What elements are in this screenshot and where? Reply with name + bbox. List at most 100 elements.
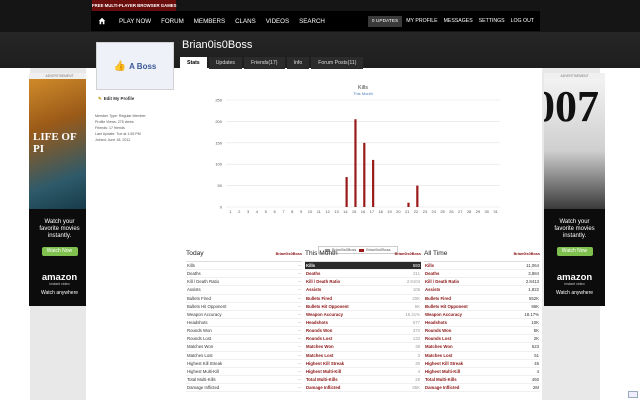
nav-videos[interactable]: VIDEOS <box>266 18 289 25</box>
stat-row: Bullets Fired 20K <box>305 295 421 303</box>
stat-row: Matches Won 523 <box>424 343 540 352</box>
stat-row: Bullets Hit Opponent 5K <box>305 303 421 311</box>
stat-row: Matches Lost 3 <box>305 352 421 360</box>
stat-row: Kills 11,064 <box>424 262 540 271</box>
amazon-logo-sub: instant video <box>564 281 585 286</box>
stat-label: Headshots <box>425 319 447 325</box>
stat-row: Highest Kill Streak 30 <box>305 360 421 368</box>
pencil-icon: ✎ <box>98 96 102 101</box>
stat-row: Rounds Lost 133 <box>305 335 421 344</box>
stat-label: Headshots <box>187 319 208 325</box>
site-brand[interactable]: FREE MULTI-PLAYER BROWSER GAMES <box>92 0 177 11</box>
chart-bar <box>345 177 348 207</box>
stat-row: Assists -- <box>186 286 302 295</box>
stat-label: Weapon Accuracy <box>187 311 222 317</box>
stat-value: 45 <box>534 360 539 366</box>
stat-row: Headshots 10K <box>424 319 540 328</box>
stat-label: Damage Inflicted <box>187 385 220 391</box>
stat-row: Damage Inflicted 85K <box>305 384 421 393</box>
tab-updates[interactable]: Updates <box>208 57 243 69</box>
stat-row: Rounds Lost 2K <box>424 335 540 344</box>
stat-label: Weapon Accuracy <box>425 311 463 317</box>
stat-row: Deaths 211 <box>305 270 421 279</box>
stat-value: 1,822 <box>528 287 539 293</box>
stat-label: Matches Won <box>306 344 334 350</box>
stat-value: 523 <box>531 344 539 350</box>
stat-label: Highest Kill Streak <box>306 360 344 366</box>
stat-value: -- <box>298 385 301 391</box>
stat-label: Kill / Death Ratio <box>425 279 460 285</box>
stat-value: 5K <box>533 328 539 334</box>
stats-col-title: All Time <box>424 250 448 257</box>
watch-now-button[interactable]: Watch Now <box>556 246 593 256</box>
stat-value: 51 <box>534 352 539 358</box>
stat-value: -- <box>298 311 301 317</box>
watch-now-button[interactable]: Watch Now <box>41 246 78 256</box>
stat-value: 211 <box>413 271 420 277</box>
home-icon[interactable] <box>95 12 109 30</box>
nav-play-now[interactable]: PLAY NOW <box>119 18 151 25</box>
stat-label: Rounds Lost <box>306 336 333 342</box>
joined-date: Joined: June 18, 2012 <box>95 138 131 143</box>
stats-col-user[interactable]: Brian0is0Boss <box>514 252 540 256</box>
stat-value: 18.17% <box>524 311 539 317</box>
stat-label: Damage Inflicted <box>425 385 460 391</box>
stat-row: Weapon Accuracy 18.17% <box>424 311 540 319</box>
stat-label: Bullets Fired <box>306 295 333 301</box>
edit-profile-link[interactable]: ✎ Edit My Profile <box>98 96 136 102</box>
ad-footer: Watch anywhere <box>40 289 79 296</box>
avatar[interactable]: 👍 A Boss <box>96 42 174 90</box>
stat-label: Bullets Fired <box>187 295 211 301</box>
updates-badge[interactable]: 0 UPDATES <box>367 15 403 27</box>
stat-value: 3 <box>417 352 420 358</box>
tab-forum-posts[interactable]: Forum Posts(11) <box>311 57 364 69</box>
chart-bar <box>363 142 366 207</box>
stat-label: Highest Multi-Kill <box>306 368 342 374</box>
y-tick-label: 250 <box>215 98 222 103</box>
nav-messages[interactable]: MESSAGES <box>444 18 473 24</box>
x-tick-label: 8 <box>291 209 294 214</box>
nav-forum[interactable]: FORUM <box>161 18 184 25</box>
stat-row: Kill / Death Ratio -- <box>186 278 302 287</box>
stat-value: 28 <box>415 376 420 382</box>
ad-tagline: Watch your favorite movies instantly. <box>554 219 595 240</box>
nav-log-out[interactable]: LOG OUT <box>511 18 534 24</box>
stat-label: Rounds Won <box>306 328 333 334</box>
avatar-text: A Boss <box>129 61 157 71</box>
stat-value: -- <box>298 360 301 366</box>
x-tick-label: 23 <box>423 209 428 214</box>
nav-search[interactable]: SEARCH <box>299 18 325 25</box>
nav-members[interactable]: MEMBERS <box>194 18 225 25</box>
left-ad[interactable]: ADVERTISEMENT LIFE OF PI Watch your favo… <box>29 73 90 306</box>
profile-username: Brian0is0Boss <box>182 39 253 51</box>
stat-value: 10K <box>531 319 539 325</box>
x-tick-label: 1 <box>229 209 232 214</box>
stat-row: Weapon Accuracy -- <box>186 311 302 319</box>
nav-settings[interactable]: SETTINGS <box>479 18 505 24</box>
amazon-logo: amazon <box>41 271 78 283</box>
stats-today: Today Brian0is0Boss Kills -- Deaths -- Kill /… <box>186 250 302 393</box>
stat-label: Kills <box>187 263 195 268</box>
y-tick-label: 200 <box>215 119 222 124</box>
stat-row: Highest Kill Streak 45 <box>424 360 540 368</box>
stat-row: Total Multi-Kills 28 <box>305 376 421 385</box>
stat-value: 133 <box>412 336 420 342</box>
tab-stats[interactable]: Stats <box>180 57 207 69</box>
thumbs-up-icon: 👍 <box>113 60 127 72</box>
stats-col-user[interactable]: Brian0is0Boss <box>395 252 421 256</box>
nav-my-profile[interactable]: MY PROFILE <box>406 18 437 24</box>
nav-clans[interactable]: CLANS <box>235 18 256 25</box>
stats-col-user[interactable]: Brian0is0Boss <box>276 252 302 256</box>
tab-friends[interactable]: Friends(17) <box>244 57 285 69</box>
x-tick-label: 14 <box>343 209 348 214</box>
stat-label: Assists <box>187 287 201 293</box>
stat-label: Total Multi-Kills <box>187 376 216 382</box>
x-tick-label: 19 <box>387 209 392 214</box>
tab-info[interactable]: Info <box>286 57 310 69</box>
stat-value: -- <box>298 287 301 293</box>
stat-row: Matches Won 38 <box>305 343 421 352</box>
stat-row: Bullets Fired -- <box>186 295 302 303</box>
right-ad[interactable]: ADVERTISEMENT 007 Watch your favorite mo… <box>544 73 605 306</box>
stat-row: Assists 106 <box>305 286 421 295</box>
x-tick-label: 7 <box>282 209 285 214</box>
